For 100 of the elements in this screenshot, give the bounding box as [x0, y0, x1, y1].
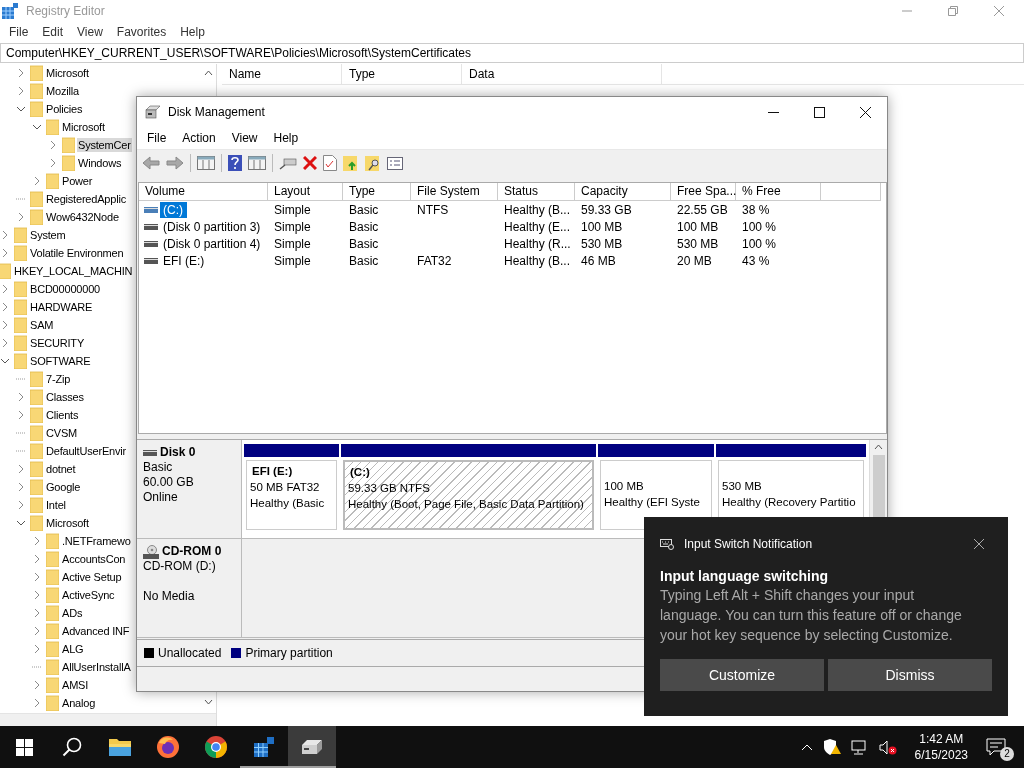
tree-item[interactable]: Microsoft: [61, 120, 106, 134]
legend-label: Unallocated: [158, 646, 222, 660]
close-icon[interactable]: [974, 539, 984, 549]
maximize-icon[interactable]: [814, 106, 825, 118]
tree-item[interactable]: BCD00000000: [29, 282, 101, 296]
tree-item[interactable]: RegisteredApplic: [45, 192, 127, 206]
back-icon[interactable]: [142, 156, 160, 170]
column-header[interactable]: File System: [411, 183, 498, 201]
column-header[interactable]: % Free: [736, 183, 821, 201]
notification-button[interactable]: Dismiss: [828, 659, 992, 691]
speaker-muted-icon[interactable]: [878, 739, 897, 755]
tree-item[interactable]: System: [29, 228, 67, 242]
tree-item[interactable]: Advanced INF: [61, 624, 131, 638]
tree-item[interactable]: SOFTWARE: [29, 354, 92, 368]
tree-item[interactable]: Windows: [77, 156, 123, 170]
disk-info-panel[interactable]: CD-ROM 0 CD-ROM (D:) No Media: [137, 539, 242, 637]
scroll-down-icon[interactable]: [203, 699, 213, 705]
table-cell[interactable]: EFI (E:): [160, 252, 209, 269]
horizontal-scrollbar[interactable]: [0, 713, 216, 726]
column-header[interactable]: Capacity: [575, 183, 671, 201]
delete-icon[interactable]: [303, 156, 317, 170]
scroll-up-icon[interactable]: [203, 70, 213, 76]
tree-item[interactable]: Mozilla: [45, 84, 80, 98]
tree-item[interactable]: Classes: [45, 390, 85, 404]
tree-item[interactable]: Active Setup: [61, 570, 123, 584]
scroll-up-icon[interactable]: [874, 444, 883, 450]
tree-item[interactable]: DefaultUserEnvir: [45, 444, 127, 458]
partition-status: Healthy (Recovery Partitio: [722, 495, 857, 510]
tree-item[interactable]: Policies: [45, 102, 84, 116]
tree-item[interactable]: HKEY_LOCAL_MACHIN: [13, 264, 134, 278]
tree-item[interactable]: 7-Zip: [45, 372, 72, 386]
tree-item[interactable]: .NETFramewo: [61, 534, 132, 548]
menu-item[interactable]: Help: [265, 131, 307, 145]
checklist-icon[interactable]: [323, 155, 337, 171]
tree-item[interactable]: Google: [45, 480, 82, 494]
tree-item[interactable]: Intel: [45, 498, 67, 512]
tree-item[interactable]: AllUserInstallA: [61, 660, 132, 674]
notification-button[interactable]: Customize: [660, 659, 824, 691]
menu-item[interactable]: View: [223, 131, 266, 145]
tree-item[interactable]: Microsoft: [45, 516, 90, 530]
chevron-up-icon[interactable]: [800, 743, 813, 751]
tree-item[interactable]: Microsoft: [45, 66, 90, 80]
menu-item[interactable]: File: [2, 25, 36, 39]
table-cell[interactable]: (C:): [160, 201, 187, 218]
menu-item[interactable]: Favorites: [109, 25, 174, 39]
menu-item[interactable]: View: [70, 25, 110, 39]
menu-item[interactable]: File: [139, 131, 175, 145]
tree-item[interactable]: AMSI: [61, 678, 90, 692]
tree-item[interactable]: Analog: [61, 696, 97, 710]
tree-item[interactable]: dotnet: [45, 462, 77, 476]
console-tree-icon[interactable]: [197, 156, 215, 170]
tree-item[interactable]: SystemCer: [77, 138, 132, 152]
tree-item[interactable]: ADs: [61, 606, 84, 620]
drive-connect-icon[interactable]: [279, 156, 297, 170]
column-header[interactable]: Data: [462, 64, 662, 84]
address-bar[interactable]: Computer\HKEY_CURRENT_USER\SOFTWARE\Policies\Microsoft\SystemCertificates: [0, 43, 1024, 63]
tree-item[interactable]: SAM: [29, 318, 55, 332]
table-cell[interactable]: (Disk 0 partition 4): [160, 235, 265, 252]
table-cell: Basic: [349, 219, 379, 234]
column-header[interactable]: Status: [498, 183, 575, 201]
folder-icon: [14, 281, 27, 297]
taskbar-app-button[interactable]: [288, 726, 336, 768]
close-icon[interactable]: [860, 106, 871, 118]
menu-item[interactable]: Edit: [35, 25, 71, 39]
table-cell[interactable]: (Disk 0 partition 3): [160, 218, 265, 235]
disk-info-panel[interactable]: Disk 0 Basic 60.00 GB Online: [137, 440, 242, 538]
tree-item[interactable]: Wow6432Node: [45, 210, 120, 224]
restore-icon[interactable]: [948, 6, 958, 16]
folder-icon: [46, 623, 59, 639]
column-header[interactable]: Layout: [268, 183, 343, 201]
column-header[interactable]: Free Spa...: [671, 183, 736, 201]
tree-item[interactable]: SECURITY: [29, 336, 86, 350]
folder-icon: [30, 443, 43, 459]
menu-item[interactable]: Action: [174, 131, 224, 145]
panel-icon[interactable]: [248, 156, 266, 170]
tree-item[interactable]: ALG: [61, 642, 85, 656]
network-icon[interactable]: [850, 739, 869, 755]
table-cell: 100 %: [742, 236, 777, 251]
clock[interactable]: 1:42 AM 6/15/2023: [914, 731, 968, 763]
folder-search-icon[interactable]: [365, 155, 381, 171]
column-header[interactable]: Type: [343, 183, 411, 201]
tree-item[interactable]: ActiveSync: [61, 588, 116, 602]
column-header[interactable]: Volume: [139, 183, 268, 201]
forward-icon[interactable]: [166, 156, 184, 170]
shield-warning-icon[interactable]: [822, 739, 841, 755]
app-icon: [2, 3, 18, 19]
folder-up-icon[interactable]: [343, 155, 359, 171]
tree-item[interactable]: Volatile Environmen: [29, 246, 125, 260]
tree-item[interactable]: AccountsCon: [61, 552, 127, 566]
table-cell: 100 MB: [581, 219, 623, 234]
action-center-icon[interactable]: [986, 738, 1006, 756]
column-header[interactable]: Name: [222, 64, 342, 84]
properties-icon[interactable]: [387, 156, 403, 170]
tree-item[interactable]: Power: [61, 174, 94, 188]
menu-item[interactable]: Help: [173, 25, 212, 39]
column-header[interactable]: Type: [342, 64, 462, 84]
tree-item[interactable]: HARDWARE: [29, 300, 94, 314]
help-icon[interactable]: [228, 155, 242, 171]
tree-item[interactable]: CVSM: [45, 426, 78, 440]
tree-item[interactable]: Clients: [45, 408, 80, 422]
